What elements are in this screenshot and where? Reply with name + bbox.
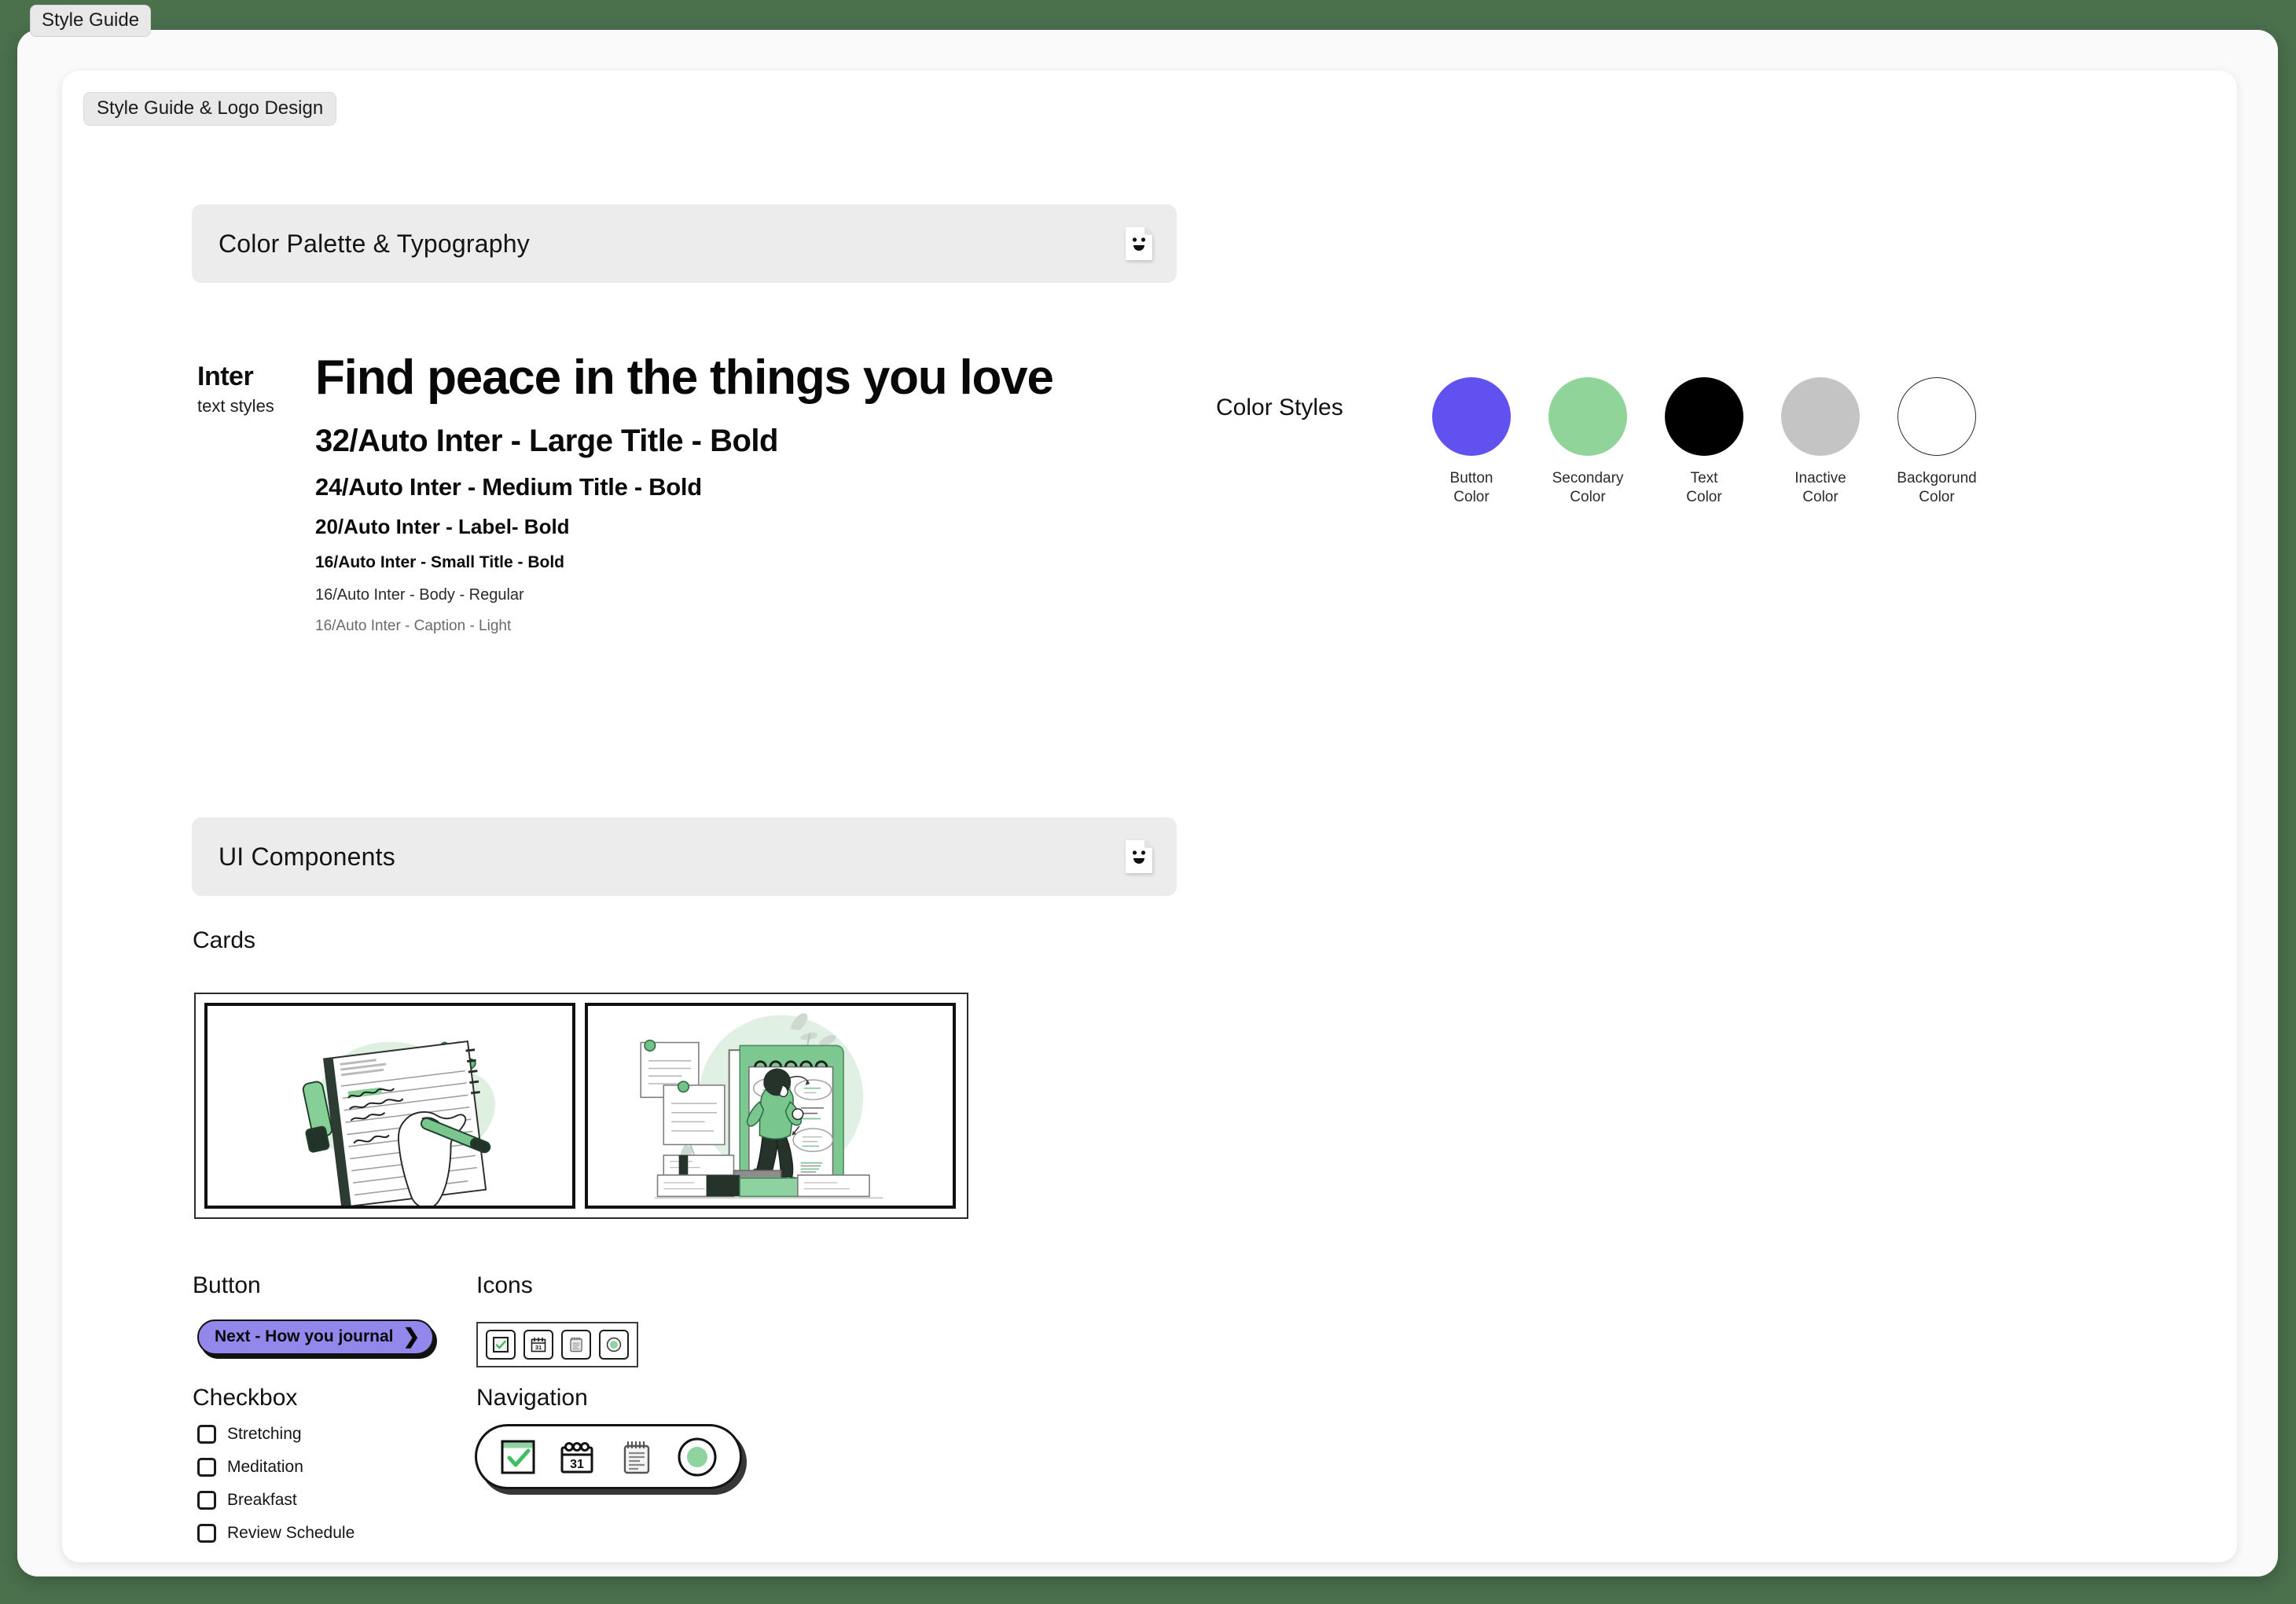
checkbox-checked-icon (499, 1438, 537, 1476)
swatch-dot (1665, 377, 1743, 456)
nav-item-calendar[interactable]: 31 (558, 1438, 596, 1476)
next-how-you-journal-button[interactable]: Next - How you journal ❯ (197, 1320, 435, 1355)
section-title: UI Components (219, 842, 395, 871)
cards-frame (194, 993, 968, 1219)
icons-section-label: Icons (476, 1272, 533, 1298)
type-style-label: 20/Auto Inter - Label- Bold (315, 515, 570, 539)
nav-item-profile[interactable] (677, 1437, 718, 1477)
color-swatch-button[interactable]: Button Color (1432, 377, 1511, 508)
icon-cell-calendar[interactable]: 31 (523, 1330, 553, 1360)
checkbox-row-breakfast[interactable]: Breakfast (197, 1491, 355, 1510)
icon-cell-notepad[interactable] (561, 1330, 591, 1360)
checkbox-box[interactable] (197, 1425, 216, 1444)
type-style-small-title: 16/Auto Inter - Small Title - Bold (315, 553, 564, 572)
color-styles-label: Color Styles (1216, 395, 1343, 420)
swatch-caption: Backgorund Color (1897, 470, 1977, 506)
style-guide-page: Style Guide & Logo Design Color Palette … (62, 71, 2237, 1562)
svg-text:31: 31 (570, 1458, 584, 1471)
swatch-dot (1781, 377, 1860, 456)
color-swatch-inactive[interactable]: Inactive Color (1781, 377, 1860, 508)
section-header-ui-components: UI Components (192, 817, 1177, 896)
checkbox-label: Review Schedule (227, 1524, 355, 1542)
document-smiley-icon (1125, 839, 1153, 874)
font-family-subtitle: text styles (197, 395, 274, 416)
icons-frame: 31 (476, 1322, 638, 1367)
button-label: Next - How you journal (215, 1327, 394, 1345)
card-person-notepad[interactable] (585, 1003, 956, 1209)
checkbox-row-review-schedule[interactable]: Review Schedule (197, 1524, 355, 1543)
card-notebook-writing[interactable] (204, 1003, 575, 1209)
document-smiley-icon (1125, 226, 1153, 261)
hand-writing-in-notebook-illustration (210, 1006, 570, 1206)
swatch-caption: Button Color (1449, 470, 1493, 506)
type-style-medium-title: 24/Auto Inter - Medium Title - Bold (315, 473, 702, 501)
checkbox-box[interactable] (197, 1491, 216, 1510)
checkbox-row-stretching[interactable]: Stretching (197, 1425, 355, 1444)
checkbox-box[interactable] (197, 1524, 216, 1543)
calendar-31-icon: 31 (558, 1438, 596, 1476)
page-title-chip[interactable]: Style Guide & Logo Design (83, 92, 337, 126)
circle-dot-icon (677, 1437, 718, 1477)
chevron-right-icon: ❯ (402, 1324, 421, 1348)
section-header-color-typography: Color Palette & Typography (192, 204, 1177, 283)
outer-shell: Style Guide & Logo Design Color Palette … (17, 30, 2278, 1576)
checkbox-box[interactable] (197, 1458, 216, 1477)
color-swatch-background[interactable]: Backgorund Color (1897, 377, 1977, 508)
nav-item-tasks[interactable] (499, 1438, 537, 1476)
color-swatch-secondary[interactable]: Secondary Color (1548, 377, 1627, 508)
button-section-label: Button (193, 1272, 261, 1298)
navigation-bar: 31 (475, 1424, 742, 1489)
swatch-caption: Text Color (1686, 470, 1722, 506)
color-swatch-row: Button Color Secondary Color Text Color … (1432, 377, 1977, 508)
notepad-icon (618, 1438, 656, 1476)
notepad-icon (568, 1336, 585, 1353)
swatch-caption: Secondary Color (1552, 470, 1624, 506)
swatch-dot (1548, 377, 1627, 456)
color-swatch-text[interactable]: Text Color (1665, 377, 1743, 508)
window-tab[interactable]: Style Guide (30, 5, 152, 37)
swatch-dot (1432, 377, 1511, 456)
type-specimens: Find peace in the things you love 32/Aut… (315, 349, 1258, 635)
checkbox-checked-icon (492, 1336, 509, 1353)
cards-label: Cards (193, 927, 256, 953)
nav-item-notes[interactable] (618, 1438, 656, 1476)
checkbox-list: Stretching Meditation Breakfast Review S… (197, 1425, 355, 1557)
calendar-31-icon: 31 (530, 1336, 547, 1353)
navigation-section-label: Navigation (476, 1385, 588, 1411)
type-style-caption: 16/Auto Inter - Caption - Light (315, 618, 512, 635)
swatch-caption: Inactive Color (1795, 470, 1846, 506)
type-specimen-headline: Find peace in the things you love (315, 351, 1054, 405)
checkbox-label: Breakfast (227, 1491, 297, 1509)
icon-cell-checkbox[interactable] (486, 1330, 516, 1360)
person-writing-on-giant-notepad-illustration (590, 1006, 950, 1206)
circle-dot-icon (605, 1336, 623, 1353)
checkbox-label: Stretching (227, 1425, 302, 1443)
checkbox-section-label: Checkbox (193, 1385, 298, 1411)
swatch-dot (1897, 377, 1976, 456)
icon-cell-circle[interactable] (599, 1330, 629, 1360)
checkbox-label: Meditation (227, 1458, 303, 1476)
section-title: Color Palette & Typography (219, 229, 530, 258)
checkbox-row-meditation[interactable]: Meditation (197, 1458, 355, 1477)
font-family-label: Inter text styles (197, 362, 315, 417)
font-family-name: Inter (197, 362, 254, 391)
type-style-large-title: 32/Auto Inter - Large Title - Bold (315, 424, 778, 459)
type-style-body: 16/Auto Inter - Body - Regular (315, 586, 524, 604)
svg-text:31: 31 (535, 1344, 542, 1351)
